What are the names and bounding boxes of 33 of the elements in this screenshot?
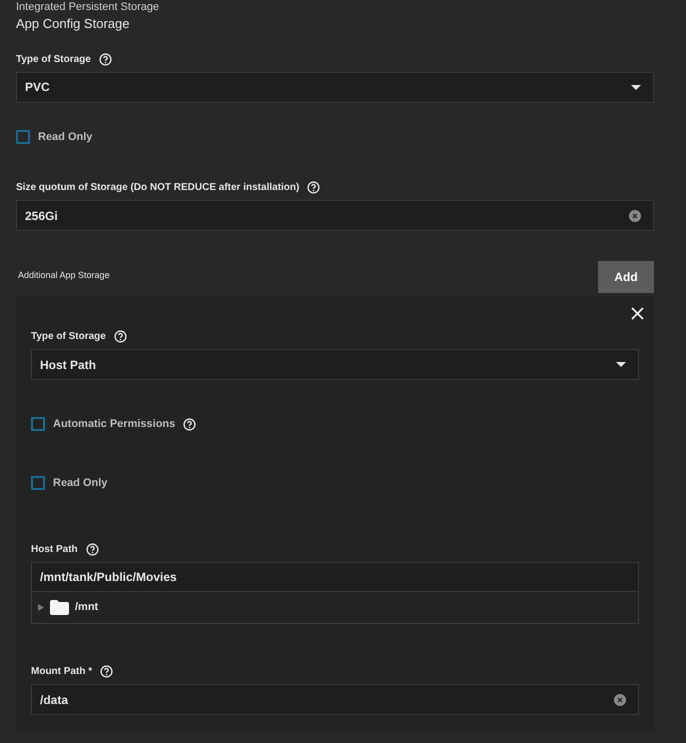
caret-icon (616, 362, 626, 367)
checkbox-label: Read Only (38, 130, 92, 144)
help-icon[interactable] (183, 418, 196, 431)
tree-item[interactable]: /mnt (75, 599, 98, 616)
caret-icon (631, 84, 641, 90)
field-label: Mount Path * (31, 665, 92, 679)
folder-icon (50, 600, 69, 615)
checkbox[interactable] (16, 130, 30, 144)
close-icon[interactable] (631, 307, 644, 320)
field-label: Type of Storage (16, 52, 91, 66)
select-field[interactable]: Host Path (31, 349, 639, 380)
field-label: Size quotum of Storage (Do NOT REDUCE after installation) (16, 181, 300, 195)
checkbox[interactable] (31, 476, 45, 490)
section-title: Integrated Persistent Storage (16, 1, 160, 13)
field-label: Host Path (31, 543, 78, 557)
checkbox-label: Read Only (53, 476, 108, 490)
select-field[interactable]: PVC (16, 72, 654, 102)
expand-icon[interactable] (38, 604, 44, 611)
help-icon[interactable] (307, 181, 320, 194)
clear-icon[interactable] (629, 210, 641, 222)
input-field[interactable]: 256Gi (16, 200, 654, 231)
checkbox-label: Automatic Permissions (53, 417, 176, 432)
help-icon[interactable] (114, 330, 127, 343)
clear-icon[interactable] (614, 694, 626, 706)
section-subtitle: App Config Storage (16, 15, 130, 33)
input-field[interactable]: /data (31, 684, 639, 715)
help-icon[interactable] (100, 665, 114, 678)
help-icon[interactable] (86, 543, 99, 556)
add-button[interactable]: Add (598, 261, 654, 293)
section-label: Additional App Storage (18, 268, 110, 282)
field-label: Type of Storage (31, 330, 106, 344)
help-icon[interactable] (98, 52, 112, 66)
checkbox[interactable] (31, 417, 45, 432)
